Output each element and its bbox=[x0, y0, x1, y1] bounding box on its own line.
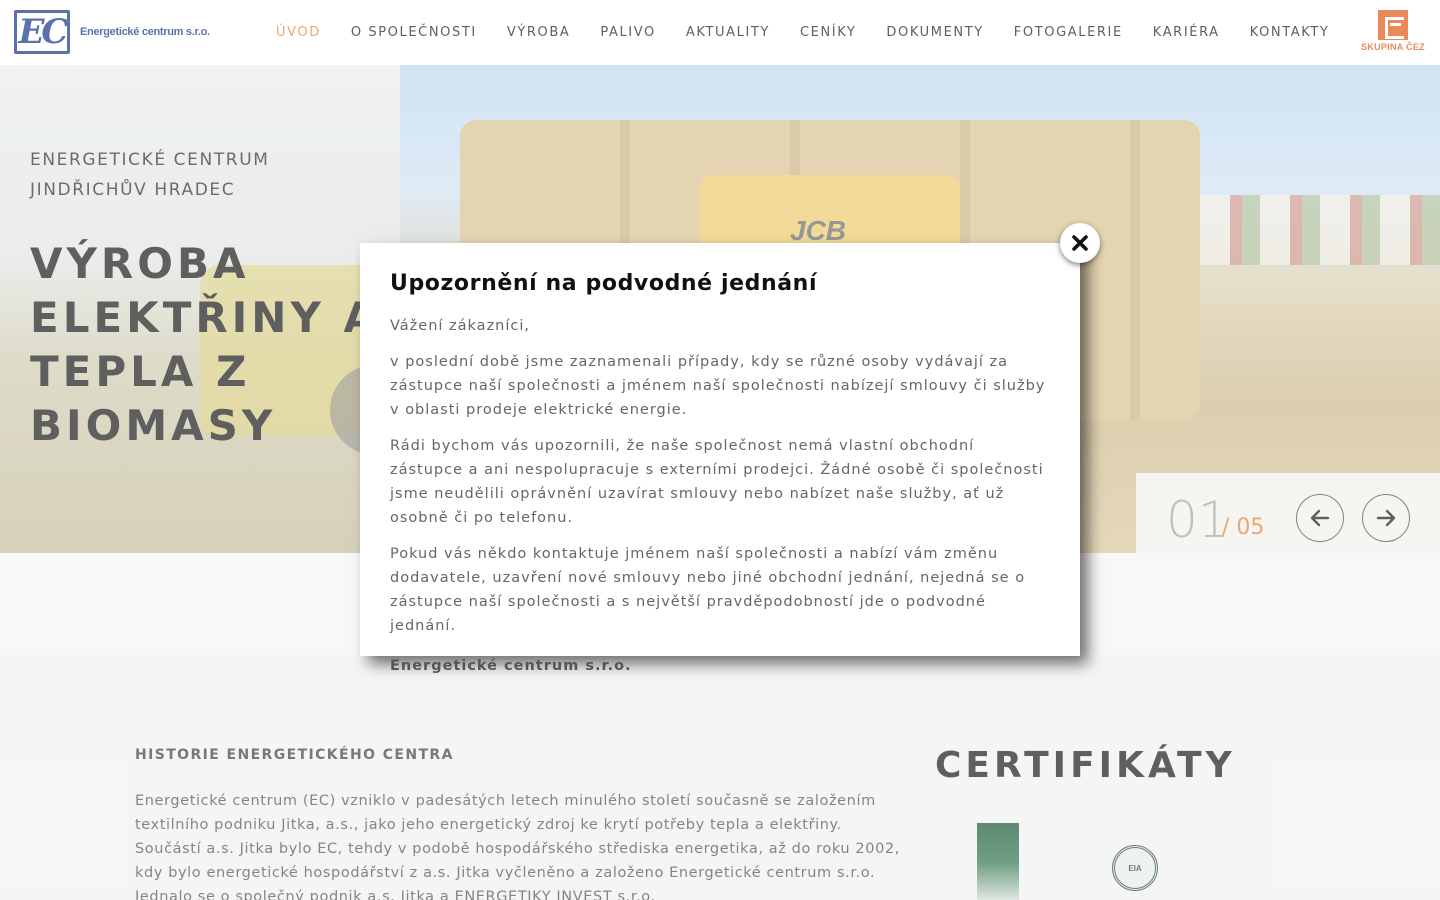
modal-signature: Energetické centrum s.r.o. bbox=[390, 658, 632, 674]
fraud-warning-modal: Upozornění na podvodné jednání Vážení zá… bbox=[360, 243, 1080, 674]
modal-close-button[interactable] bbox=[1060, 223, 1100, 263]
modal-paragraph-1: v poslední době jsme zaznamenali případy… bbox=[390, 354, 1046, 418]
modal-paragraph-2: Rádi bychom vás upozornili, že naše spol… bbox=[390, 438, 1044, 526]
modal-paragraph-3: Pokud vás někdo kontaktuje jménem naší s… bbox=[390, 546, 1026, 634]
close-icon bbox=[1072, 235, 1088, 251]
modal-title: Upozornění na podvodné jednání bbox=[390, 271, 818, 296]
modal-greeting: Vážení zákazníci, bbox=[390, 318, 531, 334]
